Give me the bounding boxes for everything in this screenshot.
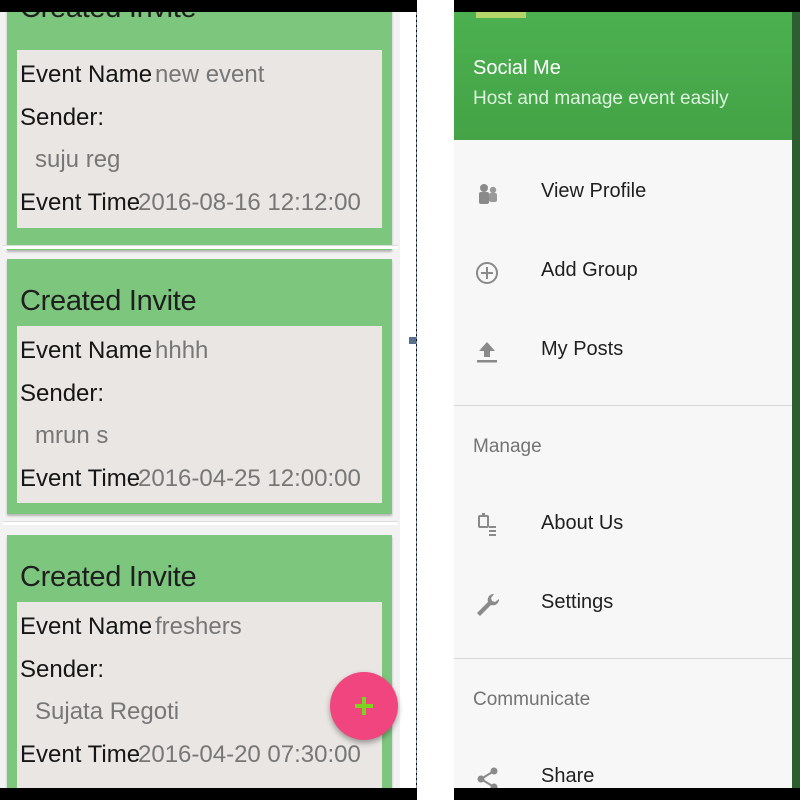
plus-icon (355, 697, 373, 715)
card-title: Created Invite (20, 12, 197, 25)
menu-item-settings[interactable]: Settings (454, 573, 792, 637)
card-body: Event Name new event Sender: suju reg Ev… (17, 50, 382, 228)
event-time-label: Event Time (20, 189, 141, 216)
app-title: Social Me (473, 57, 561, 79)
event-name-label: Event Name (20, 613, 153, 640)
invite-list: Created Invite Event Name new event Send… (0, 12, 416, 788)
menu-item-label: About Us (541, 512, 624, 534)
add-invite-button[interactable] (330, 672, 398, 740)
about-icon (478, 513, 496, 536)
menu-item-share[interactable]: Share (454, 747, 792, 788)
menu-item-my-posts[interactable]: My Posts (454, 320, 792, 384)
navigation-drawer: Social Me Host and manage event easily V… (454, 12, 792, 788)
add-circle-icon (476, 262, 498, 284)
event-name-label: Event Name (20, 337, 153, 364)
sender-value: mrun s (35, 422, 109, 449)
menu-item-about-us[interactable]: About Us (454, 494, 792, 558)
sender-label: Sender: (20, 380, 105, 407)
menu-item-view-profile[interactable]: View Profile (454, 162, 792, 226)
invite-card[interactable]: Created Invite Event Name hhhh Sender: m… (7, 259, 392, 514)
sender-value: suju reg (35, 146, 121, 173)
event-time-value: 2016-04-25 12:00:00 (138, 465, 361, 492)
event-name-value: hhhh (155, 337, 209, 364)
event-name-value: new event (155, 61, 265, 88)
menu-item-label: View Profile (541, 180, 647, 202)
wrench-icon (477, 593, 500, 616)
event-time-label: Event Time (20, 465, 141, 492)
app-subtitle: Host and manage event easily (473, 88, 729, 109)
invite-card[interactable]: Created Invite Event Name new event Send… (7, 12, 392, 250)
section-divider (454, 405, 792, 406)
upload-icon (477, 342, 497, 363)
event-time-value: 2016-04-20 07:30:00 (138, 741, 361, 768)
card-body: Event Name freshers Sender: Sujata Regot… (17, 602, 382, 788)
card-divider (3, 521, 398, 525)
section-title-communicate: Communicate (473, 689, 591, 710)
section-title-manage: Manage (473, 436, 542, 457)
sender-label: Sender: (20, 656, 105, 683)
app-logo (476, 12, 526, 18)
menu-item-label: My Posts (541, 338, 624, 360)
card-title: Created Invite (20, 285, 197, 317)
card-body: Event Name hhhh Sender: mrun s Event Tim… (17, 326, 382, 503)
menu-item-add-group[interactable]: Add Group (454, 241, 792, 305)
sender-label: Sender: (20, 104, 105, 131)
event-name-label: Event Name (20, 61, 153, 88)
card-title: Created Invite (20, 561, 197, 593)
panel-gap (417, 0, 454, 800)
section-divider (454, 658, 792, 659)
sender-value: Sujata Regoti (35, 698, 180, 725)
card-divider (3, 245, 398, 249)
split-marker (409, 337, 416, 344)
people-icon (479, 184, 497, 204)
event-time-value: 2016-08-16 12:12:00 (138, 189, 361, 216)
list-edge (400, 12, 416, 788)
invite-card[interactable]: Created Invite Event Name freshers Sende… (7, 535, 392, 788)
event-name-value: freshers (155, 613, 242, 640)
background-content (792, 12, 800, 788)
share-icon (477, 767, 498, 788)
menu-item-label: Share (541, 765, 595, 787)
menu-item-label: Settings (541, 591, 614, 613)
event-time-label: Event Time (20, 741, 141, 768)
menu-item-label: Add Group (541, 259, 638, 281)
drawer-header: Social Me Host and manage event easily (454, 12, 792, 140)
